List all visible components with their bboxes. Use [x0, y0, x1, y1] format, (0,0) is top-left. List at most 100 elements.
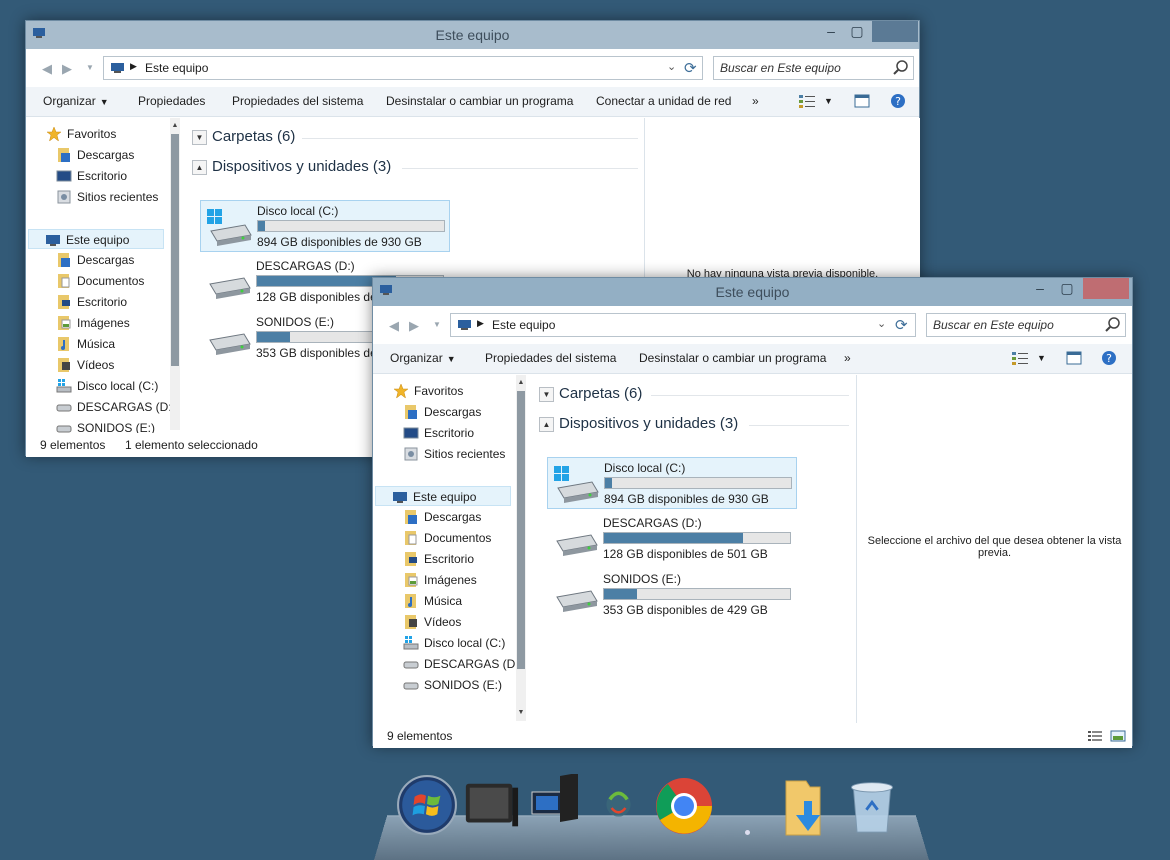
nav-item-music[interactable]: Música: [52, 334, 182, 354]
drive-tile-c[interactable]: Disco local (C:) 894 GB disponibles de 9…: [200, 200, 450, 252]
scroll-up-icon[interactable]: ▲: [170, 122, 180, 129]
scroll-thumb[interactable]: [171, 134, 179, 366]
nav-item-documents[interactable]: Documentos: [52, 271, 182, 291]
forward-arrow-icon[interactable]: ▶: [409, 318, 419, 334]
maximize-button[interactable]: ▢: [844, 21, 870, 43]
minimize-button[interactable]: –: [818, 21, 844, 43]
nav-item-drive-c[interactable]: Disco local (C:): [52, 376, 182, 396]
collapse-icon[interactable]: ▲: [539, 417, 554, 432]
forward-arrow-icon[interactable]: ▶: [62, 61, 72, 77]
close-button[interactable]: [872, 21, 918, 42]
address-bar[interactable]: ▶ Este equipo ⌄ ⟳: [103, 56, 703, 80]
breadcrumb-chevron-icon[interactable]: ▶: [130, 61, 137, 72]
scroll-down-icon[interactable]: ▼: [516, 709, 526, 716]
this-pc-icon[interactable]: [526, 774, 586, 834]
nav-item-this-pc[interactable]: Este equipo: [375, 486, 511, 506]
nav-item-favorites[interactable]: Favoritos: [42, 124, 182, 144]
details-view-icon[interactable]: [1087, 730, 1103, 742]
search-box[interactable]: [713, 56, 914, 80]
nav-item-downloads-pc[interactable]: Descargas: [399, 507, 529, 527]
organize-button[interactable]: Organizar ▼: [390, 351, 456, 365]
properties-button[interactable]: Propiedades: [138, 94, 205, 108]
preview-pane-icon[interactable]: [1066, 350, 1082, 366]
nav-item-desktop-pc[interactable]: Escritorio: [52, 292, 182, 312]
collapse-icon[interactable]: ▲: [192, 160, 207, 175]
scroll-up-icon[interactable]: ▲: [516, 379, 526, 386]
nav-item-drive-d[interactable]: DESCARGAS (D:): [52, 397, 182, 417]
nav-item-recent-places[interactable]: Sitios recientes: [399, 444, 529, 464]
nav-item-documents[interactable]: Documentos: [399, 528, 529, 548]
nav-item-videos[interactable]: Vídeos: [399, 612, 529, 632]
search-input[interactable]: [933, 318, 1093, 332]
front-explorer-window[interactable]: Este equipo – ▢ ◀ ▶ ▼ ▶ Este equipo ⌄ ⟳ …: [372, 277, 1133, 748]
group-header-folders[interactable]: ▼ Carpetas (6): [539, 384, 849, 406]
recent-locations-icon[interactable]: ▼: [86, 63, 94, 72]
expand-icon[interactable]: ▼: [192, 130, 207, 145]
view-dropdown-icon[interactable]: ▼: [1037, 353, 1046, 363]
nav-item-drive-e[interactable]: SONIDOS (E:): [52, 418, 182, 433]
map-network-drive-button[interactable]: Conectar a unidad de red: [596, 94, 731, 108]
back-arrow-icon[interactable]: ◀: [42, 61, 52, 77]
nav-item-pictures[interactable]: Imágenes: [399, 570, 529, 590]
title-bar[interactable]: Este equipo – ▢: [26, 21, 919, 49]
organize-button[interactable]: Organizar ▼: [43, 94, 109, 108]
nav-item-desktop-pc[interactable]: Escritorio: [399, 549, 529, 569]
change-view-icon[interactable]: [1011, 350, 1029, 366]
system-properties-button[interactable]: Propiedades del sistema: [485, 351, 616, 365]
system-properties-button[interactable]: Propiedades del sistema: [232, 94, 363, 108]
search-input[interactable]: [720, 61, 880, 75]
more-commands-button[interactable]: »: [844, 351, 851, 365]
refresh-icon[interactable]: ⟳: [684, 59, 697, 77]
drive-tile-c[interactable]: Disco local (C:) 894 GB disponibles de 9…: [547, 457, 797, 509]
nav-scrollbar[interactable]: ▲: [170, 118, 180, 430]
nav-item-desktop[interactable]: Escritorio: [399, 423, 529, 443]
chrome-icon[interactable]: [654, 776, 714, 836]
group-header-folders[interactable]: ▼ Carpetas (6): [192, 127, 638, 149]
more-commands-button[interactable]: »: [752, 94, 759, 108]
recent-locations-icon[interactable]: ▼: [433, 320, 441, 329]
nav-item-drive-c[interactable]: Disco local (C:): [399, 633, 529, 653]
group-header-devices[interactable]: ▲ Dispositivos y unidades (3): [192, 157, 638, 179]
computer-monitor-icon[interactable]: [460, 778, 522, 836]
recycle-bin-icon[interactable]: [844, 774, 900, 838]
nav-item-downloads[interactable]: Descargas: [52, 145, 182, 165]
title-bar[interactable]: Este equipo – ▢: [373, 278, 1132, 306]
nav-item-downloads-pc[interactable]: Descargas: [52, 250, 182, 270]
nav-item-pictures[interactable]: Imágenes: [52, 313, 182, 333]
search-box[interactable]: [926, 313, 1126, 337]
drive-tile-e[interactable]: SONIDOS (E:) 353 GB disponibles de 429 G…: [547, 569, 797, 621]
back-arrow-icon[interactable]: ◀: [389, 318, 399, 334]
search-icon[interactable]: [1105, 316, 1121, 332]
expand-icon[interactable]: ▼: [539, 387, 554, 402]
nav-item-music[interactable]: Música: [399, 591, 529, 611]
nav-item-videos[interactable]: Vídeos: [52, 355, 182, 375]
downloads-folder-icon[interactable]: [778, 772, 838, 838]
nav-item-favorites[interactable]: Favoritos: [389, 381, 529, 401]
breadcrumb-chevron-icon[interactable]: ▶: [477, 318, 484, 329]
address-dropdown-icon[interactable]: ⌄: [667, 60, 676, 73]
large-icons-view-icon[interactable]: [1110, 730, 1126, 742]
uninstall-program-button[interactable]: Desinstalar o cambiar un programa: [386, 94, 573, 108]
windows-start-icon[interactable]: [396, 774, 458, 836]
address-bar[interactable]: ▶ Este equipo ⌄ ⟳: [450, 313, 916, 337]
maximize-button[interactable]: ▢: [1054, 278, 1080, 300]
scroll-thumb[interactable]: [517, 391, 525, 669]
group-header-devices[interactable]: ▲ Dispositivos y unidades (3): [539, 414, 849, 436]
help-icon[interactable]: ?: [1101, 350, 1117, 366]
preview-pane-icon[interactable]: [854, 93, 870, 109]
nav-item-recent-places[interactable]: Sitios recientes: [52, 187, 182, 207]
uninstall-program-button[interactable]: Desinstalar o cambiar un programa: [639, 351, 826, 365]
nav-item-this-pc[interactable]: Este equipo: [28, 229, 164, 249]
nav-item-desktop[interactable]: Escritorio: [52, 166, 182, 186]
close-button[interactable]: [1083, 278, 1129, 299]
help-icon[interactable]: ?: [890, 93, 906, 109]
drive-tile-d[interactable]: DESCARGAS (D:) 128 GB disponibles de 501…: [547, 513, 797, 565]
nav-item-downloads[interactable]: Descargas: [399, 402, 529, 422]
change-view-icon[interactable]: [798, 93, 816, 109]
refresh-icon[interactable]: ⟳: [895, 316, 908, 334]
network-icon[interactable]: [596, 782, 648, 834]
address-dropdown-icon[interactable]: ⌄: [877, 317, 886, 330]
search-icon[interactable]: [893, 59, 909, 75]
view-dropdown-icon[interactable]: ▼: [824, 96, 833, 106]
nav-item-drive-e[interactable]: SONIDOS (E:): [399, 675, 529, 695]
